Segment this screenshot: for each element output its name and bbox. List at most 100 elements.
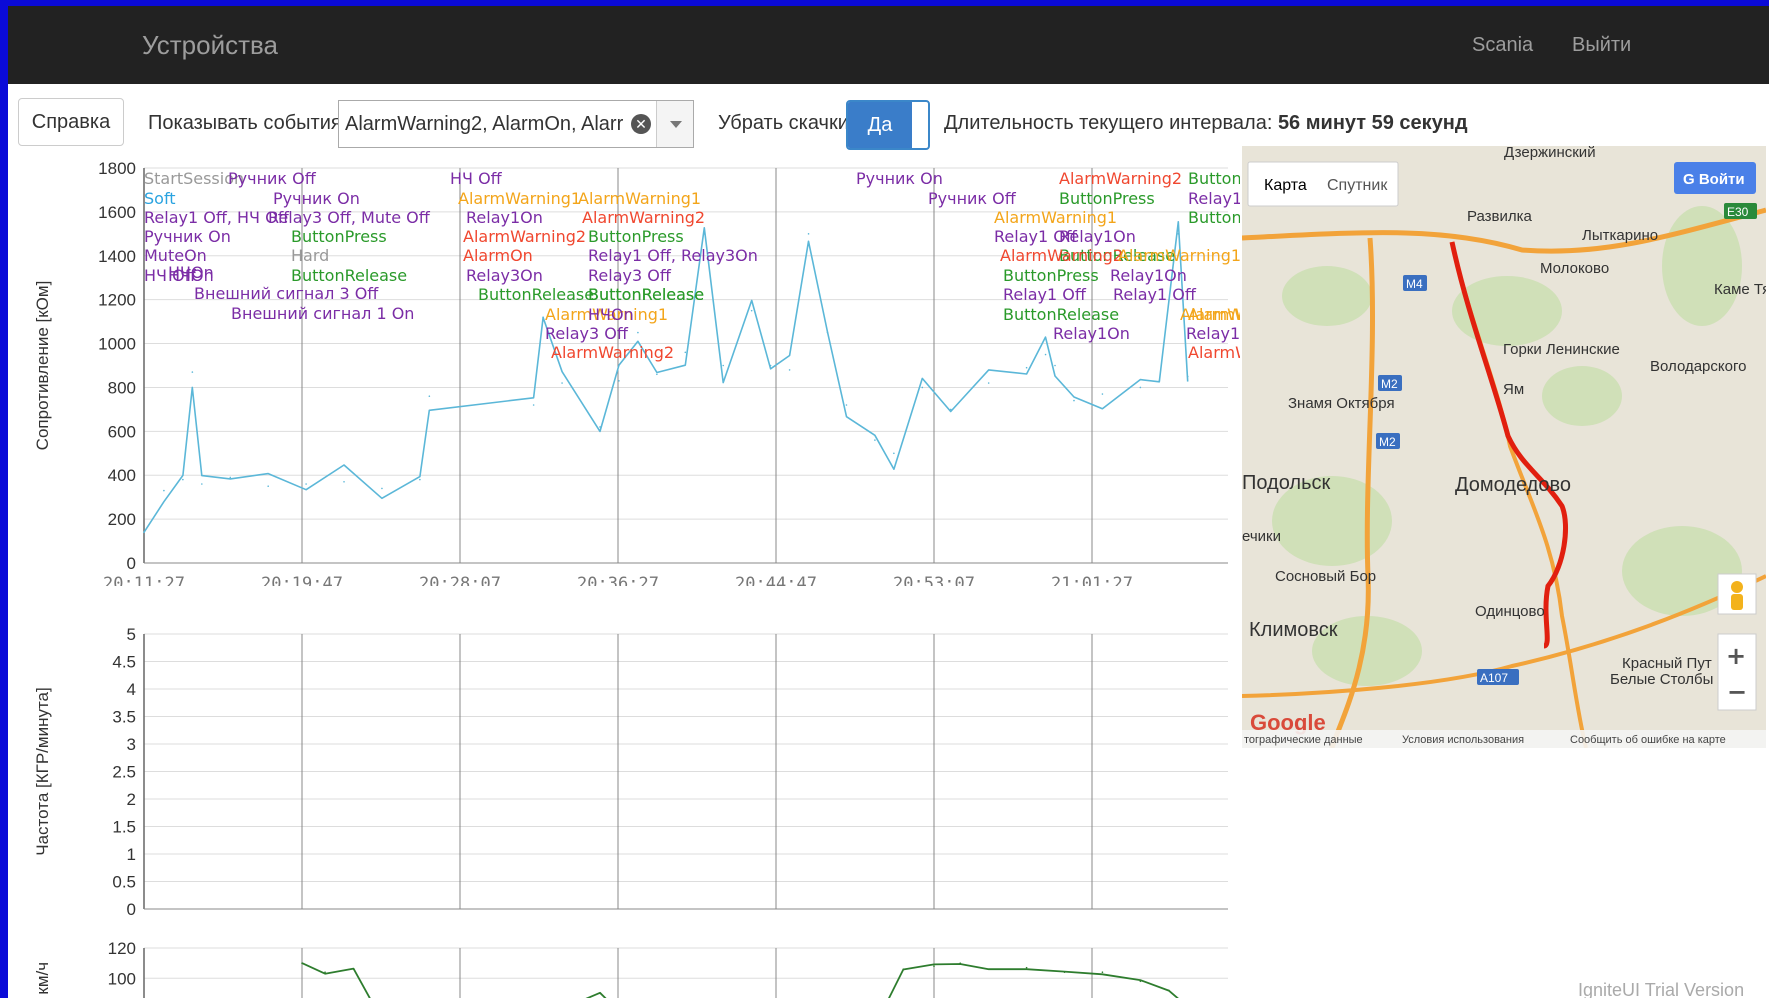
road-shield-label: M2 [1379, 435, 1396, 449]
data-point [324, 971, 326, 973]
data-point [788, 369, 791, 371]
event-label: AlarmWarning2 [551, 343, 674, 362]
event-label: AlarmWarning2 [1059, 169, 1182, 188]
data-point [532, 404, 535, 406]
events-combo[interactable]: AlarmWarning2, AlarmOn, Alarr ✕ [338, 100, 694, 148]
speed-line [301, 962, 1179, 998]
event-label: Relay3 Off [588, 266, 672, 285]
event-label: Ручник On [856, 169, 943, 188]
road-shield-label: A107 [1480, 671, 1508, 685]
map-terms-link: Условия использования [1402, 734, 1524, 746]
y-tick-label: 1200 [98, 291, 136, 310]
event-label: НЧOn [588, 305, 634, 324]
forest-area [1542, 366, 1622, 426]
event-label: Relay1 Off [1003, 285, 1087, 304]
data-point [267, 485, 269, 487]
event-label: Внешний сигнал 1 On [231, 304, 414, 323]
data-point [1025, 966, 1028, 969]
y-tick-label: 200 [108, 510, 136, 529]
brand-devices[interactable]: Устройства [142, 30, 278, 61]
chevron-down-icon[interactable] [656, 101, 693, 147]
map-place-label: Ям [1503, 381, 1524, 398]
event-label: НЧOn [168, 266, 214, 285]
data-point [1101, 393, 1104, 395]
event-label: Ручник On [144, 227, 231, 246]
data-point [428, 395, 431, 398]
event-label: Relay1On [1186, 324, 1240, 343]
data-point [921, 386, 924, 389]
event-label: ButtonRelease [291, 266, 407, 285]
map-place-label: Каме Тяж [1714, 281, 1766, 298]
y-tick-label: 4.5 [112, 653, 136, 672]
event-label: AlarmOn [463, 246, 533, 265]
y-tick-label: 1400 [98, 247, 136, 266]
jumps-toggle-on: Да [848, 102, 912, 148]
logout-link[interactable]: Выйти [1572, 34, 1631, 57]
resistance-chart[interactable]: 1800 1600 1400 1200 1000 800 600 400 200 0 Сопроти… [8, 146, 1240, 586]
map-place-label: Развилка [1467, 208, 1533, 225]
trial-watermark: IgniteUI Trial Version [1578, 980, 1745, 998]
y-tick-label: 4 [127, 680, 136, 699]
event-label: Relay3On [466, 266, 543, 285]
data-point [1054, 364, 1056, 367]
map-place-label: Володарского [1650, 358, 1746, 375]
map-place-label: ечики [1242, 528, 1281, 545]
duration-value: 56 минут 59 секунд [1277, 112, 1468, 134]
x-tick-label: 20:36:27 [577, 574, 659, 586]
map-place-label: Домодедово [1455, 474, 1571, 496]
event-label: Ручник Off [228, 169, 317, 188]
event-label: AlarmWarning2 [1000, 246, 1123, 265]
y-tick-label: 1600 [98, 203, 136, 222]
map-place-label: Лыткарино [1582, 227, 1658, 244]
data-point [722, 364, 725, 367]
event-label: Relay3 Off, Mute Off [268, 208, 431, 227]
speed-chart[interactable]: 12010080км/ч [8, 932, 1240, 998]
data-point [637, 331, 639, 334]
data-point [987, 382, 990, 384]
y-axis-label: Сопротивление [кОм] [33, 281, 52, 451]
jumps-toggle[interactable]: Да [846, 100, 930, 150]
event-label: ButtonRelease [1003, 305, 1119, 324]
y-tick-label: 3 [127, 735, 136, 754]
y-tick-label: 800 [108, 378, 136, 397]
data-point [542, 316, 544, 319]
data-point [684, 351, 687, 354]
frequency-chart[interactable]: 5 4.5 4 3.5 3 2.5 2 1.5 1 0.5 0 Частота [КГР/минута… [8, 612, 1240, 918]
jumps-label: Убрать скачки [718, 112, 849, 134]
event-label: Relay1 Off, Relay3On [588, 246, 758, 265]
help-button[interactable]: Справка [18, 98, 124, 146]
y-tick-label: 1000 [98, 335, 136, 354]
data-point [618, 380, 620, 382]
forest-area [1662, 206, 1742, 326]
map-attribution: тографические данные [1244, 734, 1363, 746]
x-tick-label: 21:01:27 [1051, 574, 1133, 586]
data-point [949, 408, 952, 411]
x-tick-label: 20:44:47 [735, 574, 817, 586]
data-point [1063, 971, 1066, 973]
map-place-label: Одинцово [1475, 603, 1545, 620]
map-report-link: Сообщить об ошибке на карте [1570, 734, 1726, 746]
event-label: AlarmWa [1188, 343, 1240, 362]
data-point [1073, 399, 1075, 402]
data-point [599, 992, 601, 995]
data-point [1177, 233, 1180, 235]
map-tab-satellite: Спутник [1327, 177, 1388, 194]
event-label: ButtonRelease [588, 285, 704, 304]
map-login-label: G Войти [1683, 171, 1745, 188]
event-label: Hard [291, 246, 329, 265]
forest-area [1282, 266, 1372, 326]
map-place-label: Белые Столбы [1610, 671, 1713, 688]
data-point [893, 452, 895, 455]
event-label: ButtonRelease [478, 285, 594, 304]
y-axis-label: км/ч [33, 962, 52, 995]
event-label: Relay1 Off [1113, 285, 1197, 304]
event-label: Soft [144, 189, 176, 208]
user-link[interactable]: Scania [1472, 34, 1533, 57]
event-label: ButtonPr [1188, 169, 1240, 188]
data-point [807, 233, 810, 235]
map-canvas[interactable]: Дзержинский Развилка Лыткарино Молоково Каме… [1242, 146, 1766, 748]
data-point [561, 382, 563, 384]
map-panel[interactable]: Дзержинский Развилка Лыткарино Молоково Каме… [1242, 146, 1766, 748]
clear-icon[interactable]: ✕ [631, 114, 651, 134]
data-point [959, 962, 962, 964]
